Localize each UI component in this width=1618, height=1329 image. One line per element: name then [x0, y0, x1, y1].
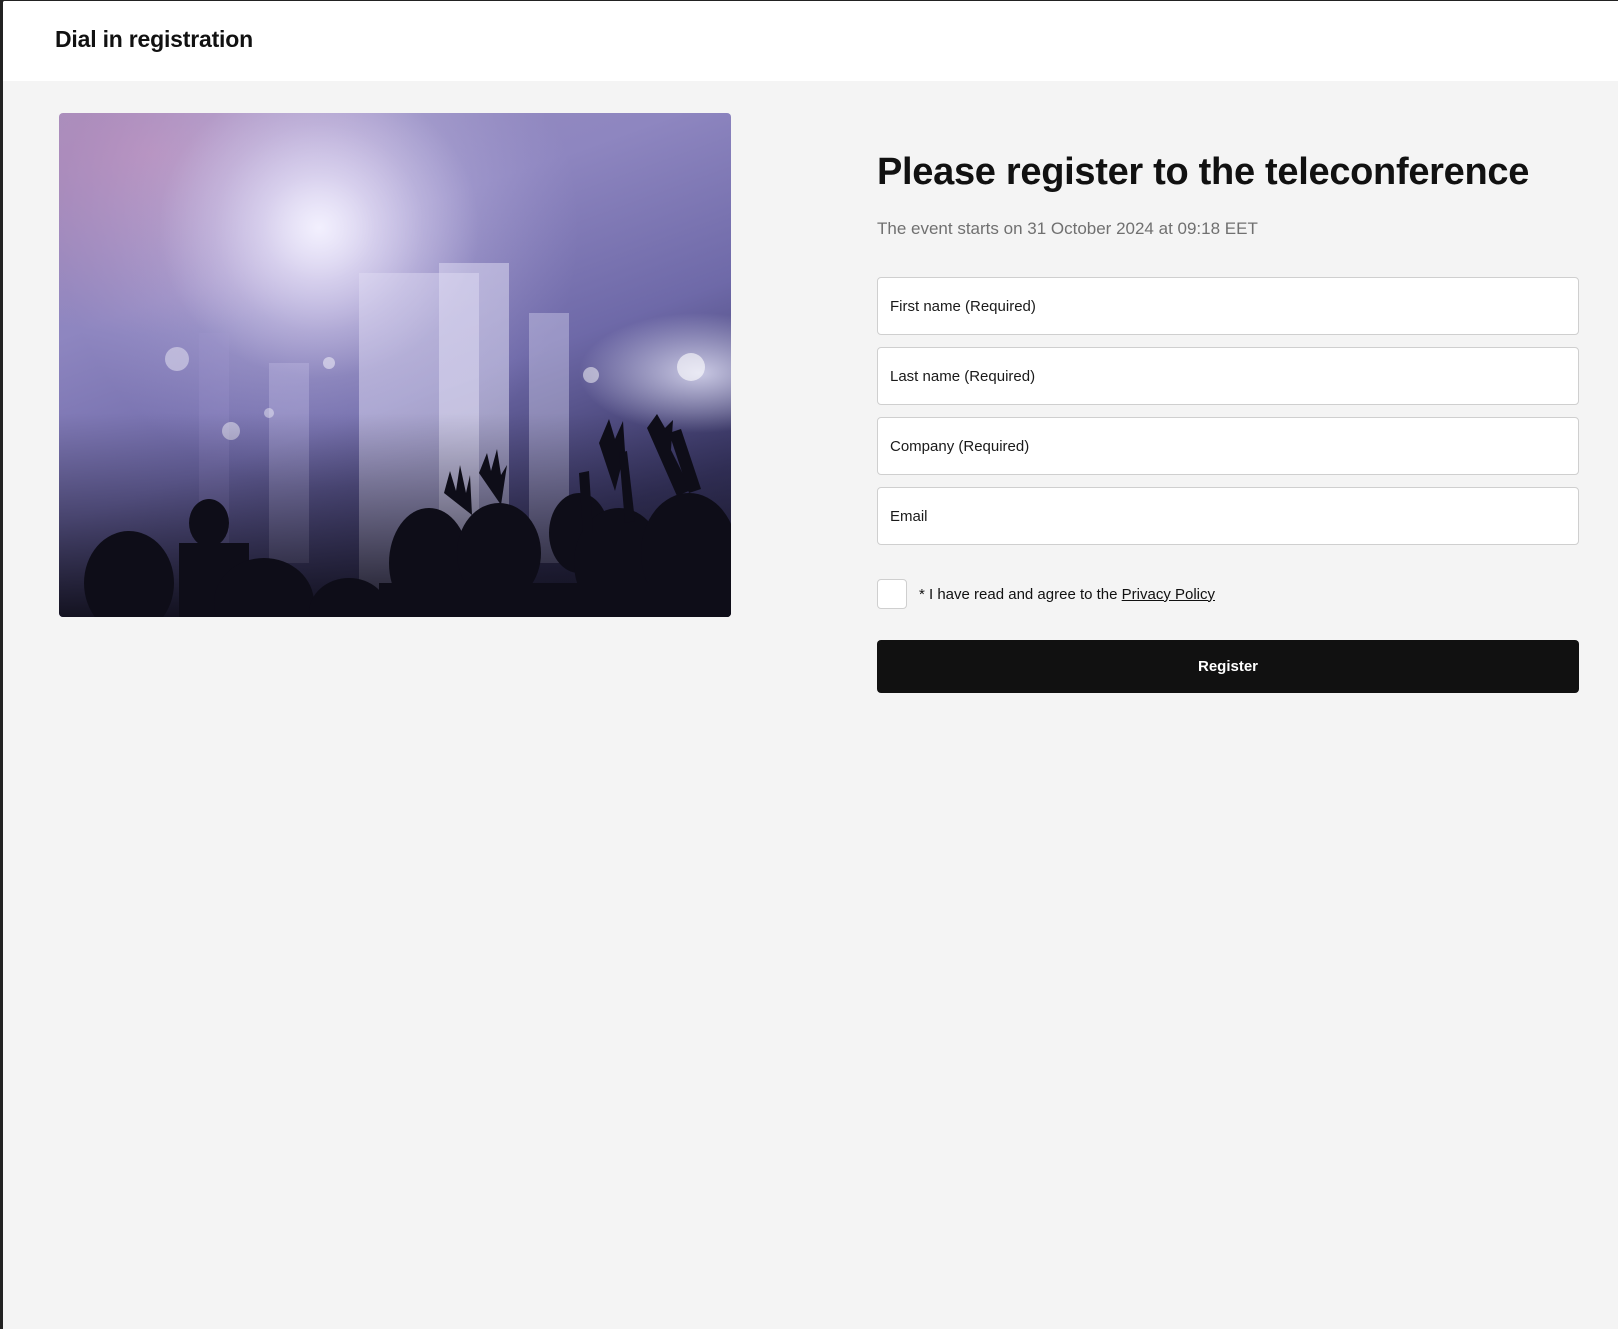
- page-title: Dial in registration: [55, 26, 253, 52]
- email-input[interactable]: [877, 487, 1579, 545]
- company-input[interactable]: [877, 417, 1579, 475]
- privacy-consent-checkbox[interactable]: [877, 579, 907, 609]
- consent-text: * I have read and agree to the: [919, 585, 1122, 603]
- privacy-consent-label: * I have read and agree to the Privacy P…: [919, 586, 1215, 603]
- event-start-text: The event starts on 31 October 2024 at 0…: [877, 219, 1258, 238]
- top-bar: Dial in registration: [3, 1, 1618, 81]
- concert-crowd-image: [59, 113, 731, 617]
- last-name-input[interactable]: [877, 347, 1579, 405]
- privacy-consent-row: * I have read and agree to the Privacy P…: [877, 578, 1215, 610]
- form-heading: Please register to the teleconference: [877, 151, 1530, 193]
- first-name-input[interactable]: [877, 277, 1579, 335]
- hero-image: [59, 113, 731, 617]
- privacy-policy-link[interactable]: Privacy Policy: [1122, 586, 1215, 603]
- registration-window: Dial in registration Please register to …: [3, 1, 1618, 1329]
- register-button[interactable]: Register: [877, 640, 1579, 693]
